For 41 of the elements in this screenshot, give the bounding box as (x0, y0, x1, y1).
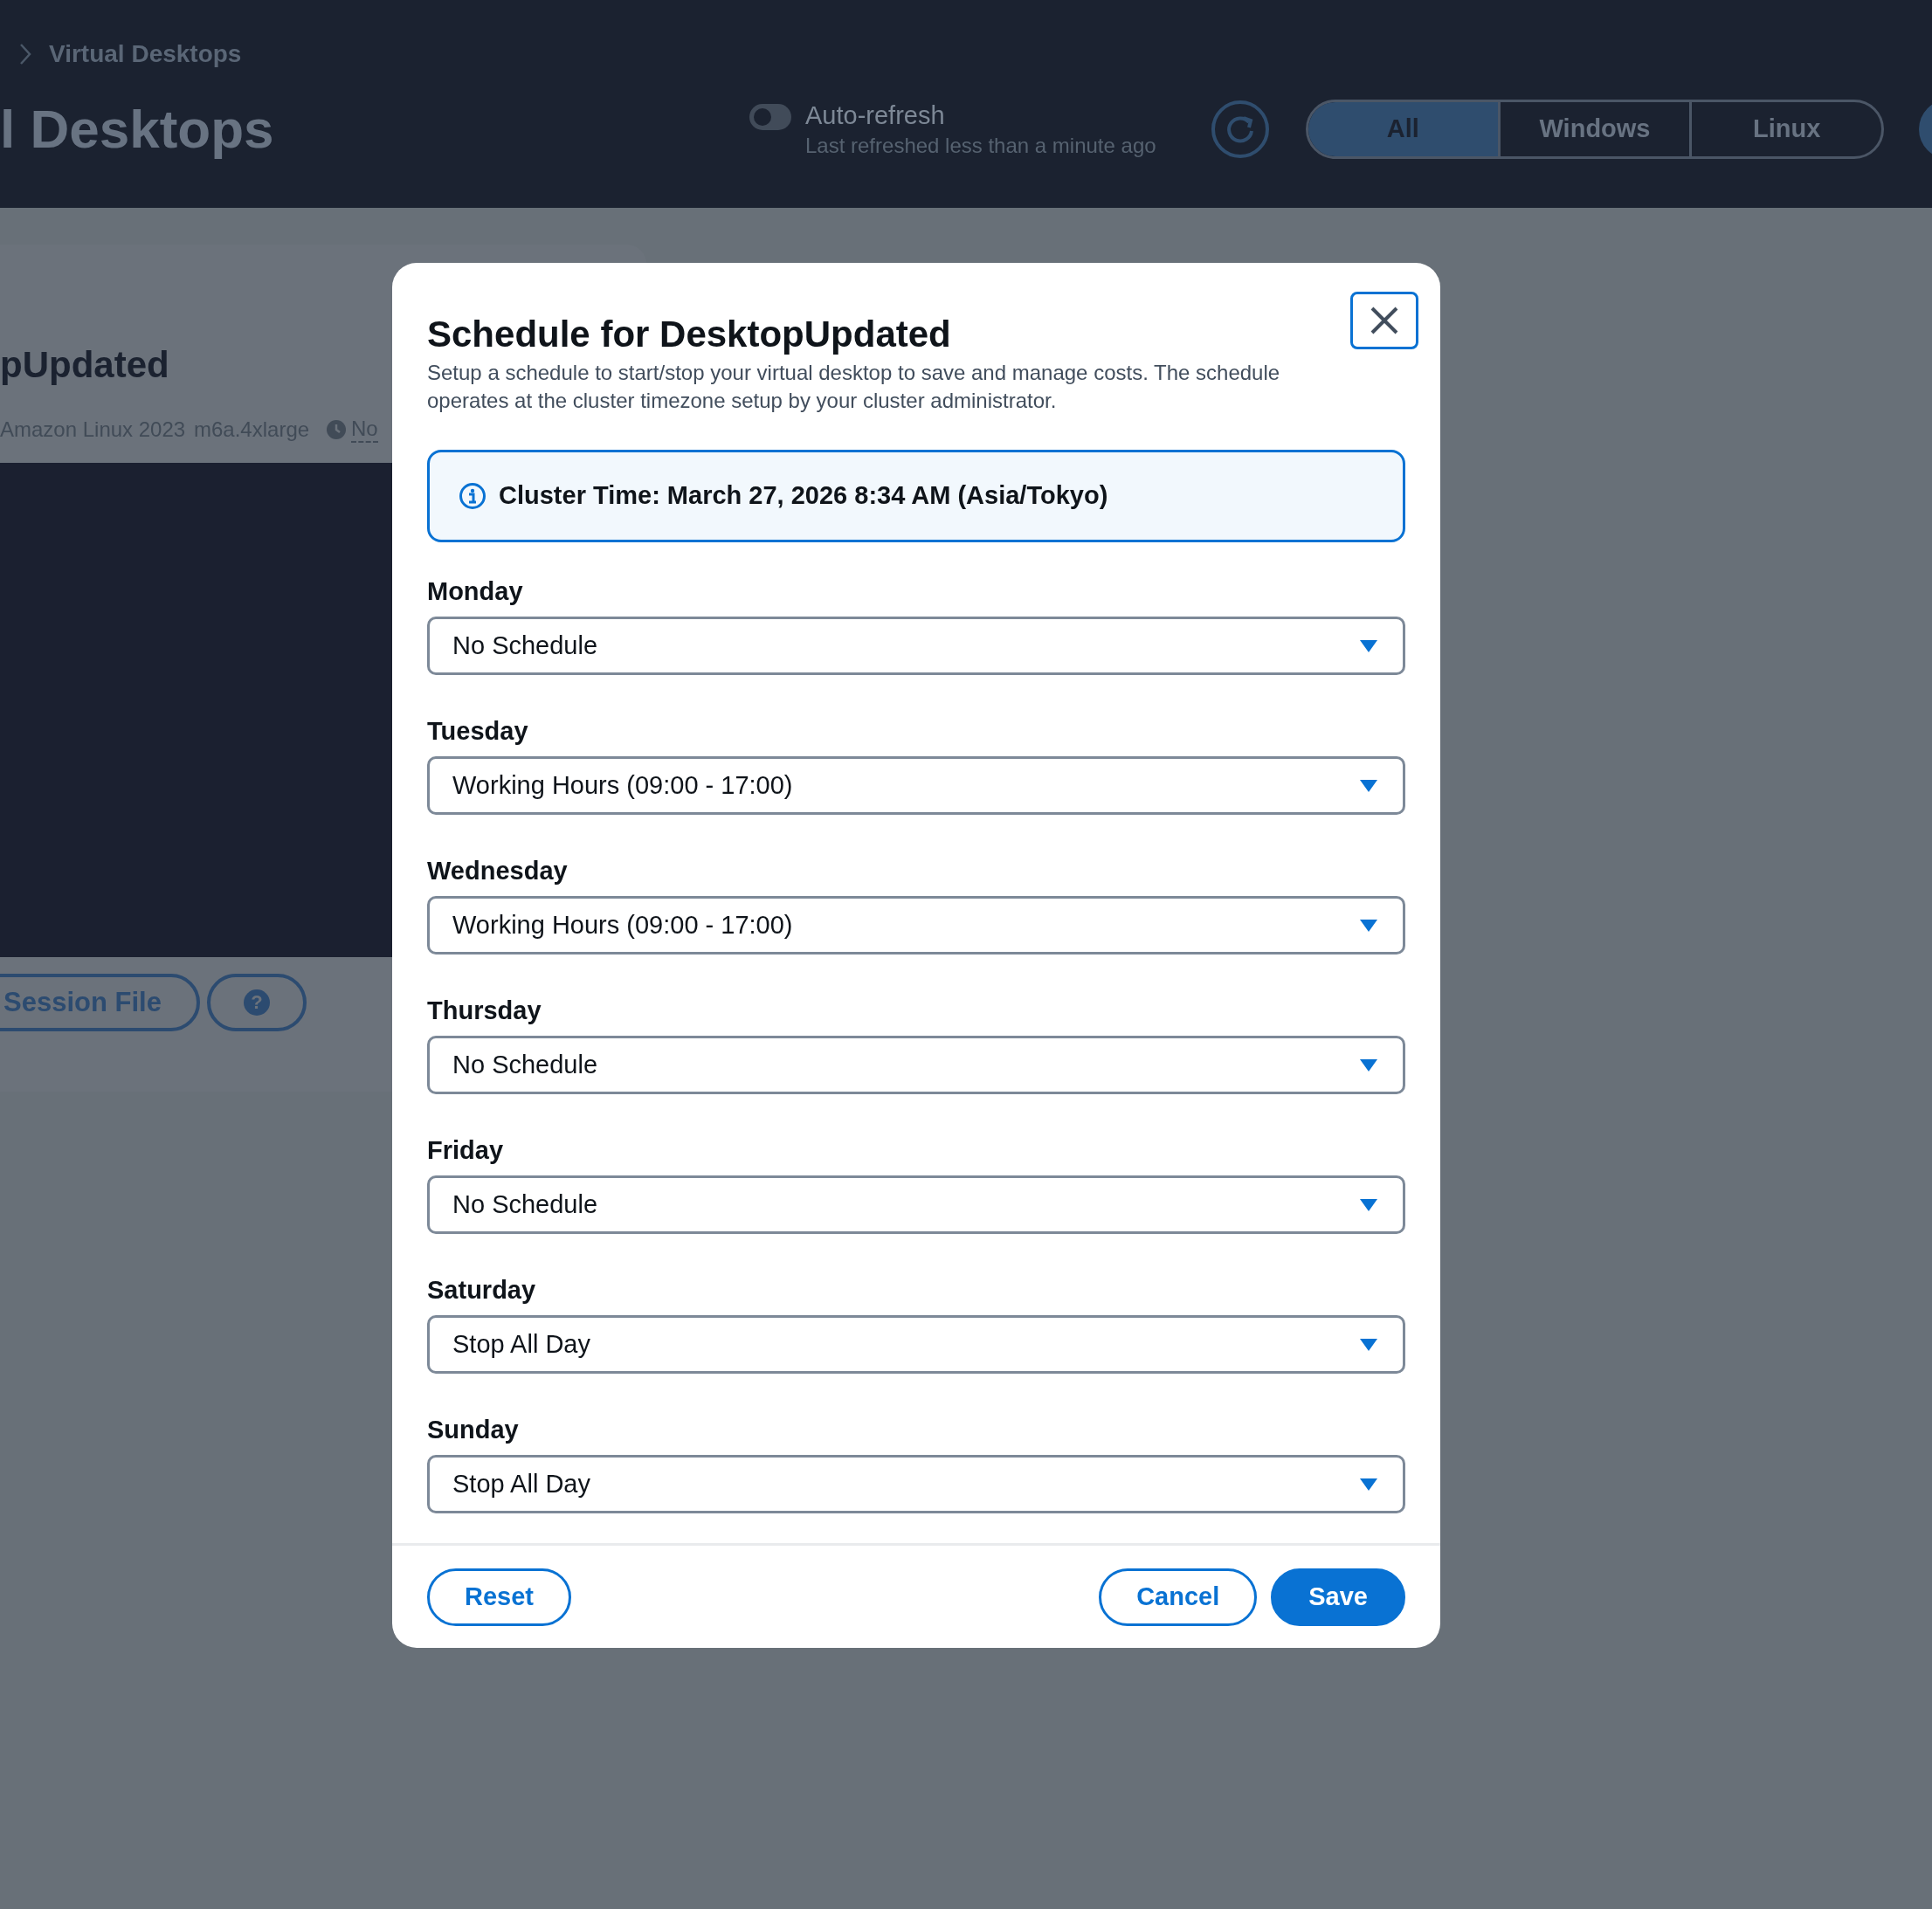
clock-icon (327, 420, 346, 439)
schedule-select[interactable]: No Schedule (427, 1036, 1405, 1094)
primary-button[interactable]: Save (1271, 1568, 1405, 1626)
chevron-icon (19, 43, 31, 65)
caret-icon (1359, 778, 1378, 793)
caret-icon (1359, 1337, 1378, 1352)
refresh-button[interactable] (1211, 100, 1270, 159)
schedule-select[interactable]: No Schedule (427, 1175, 1405, 1234)
caret-icon (1359, 1477, 1378, 1492)
schedule-select[interactable]: Working Hours (09:00 - 17:00) (427, 756, 1405, 815)
day-label: Saturday (427, 1276, 537, 1304)
day-label: Tuesday (427, 717, 529, 745)
schedule-select[interactable]: Stop All Day (427, 1455, 1405, 1513)
schedule-select[interactable]: Stop All Day (427, 1315, 1405, 1374)
desktop-title: pUpdated (0, 343, 169, 387)
secondary-button[interactable]: Reset (427, 1568, 571, 1626)
day-label: Wednesday (427, 857, 569, 885)
breadcrumb-link[interactable]: Virtual Desktops (49, 36, 242, 72)
info-icon (459, 482, 486, 510)
schedule-select[interactable]: Working Hours (09:00 - 17:00) (427, 896, 1405, 954)
modal-title: Schedule for DesktopUpdated (427, 313, 951, 356)
modal-description: Setup a schedule to start/stop your virtual desktop to save and manage costs. The schedule operates at the cluster timezone setup by your cluster administrator. (427, 360, 1281, 414)
caret-icon (1359, 1058, 1378, 1072)
close-icon[interactable] (1370, 306, 1399, 335)
day-label: Monday (427, 577, 524, 605)
filter-tab[interactable]: Linux (1689, 102, 1881, 156)
toggle-switch[interactable] (749, 104, 791, 130)
close-button[interactable] (1350, 292, 1418, 349)
day-label: Thursday (427, 996, 542, 1024)
last-refreshed-text: Last refreshed less than a minute ago (805, 133, 1156, 159)
filter-tab[interactable]: Windows (1497, 102, 1690, 156)
cluster-time-text: Cluster Time: March 27, 2026 8:34 AM (Asia/Tokyo) (499, 480, 1108, 512)
day-label: Friday (427, 1136, 505, 1164)
secondary-button[interactable]: Cancel (1099, 1568, 1258, 1626)
day-label: Sunday (427, 1416, 520, 1444)
schedule-select[interactable]: No Schedule (427, 617, 1405, 675)
toggle-label: Auto-refresh (805, 100, 946, 131)
page-title: l Desktops (0, 98, 275, 161)
caret-icon (1359, 638, 1378, 653)
caret-icon (1359, 918, 1378, 933)
caret-icon (1359, 1197, 1378, 1212)
